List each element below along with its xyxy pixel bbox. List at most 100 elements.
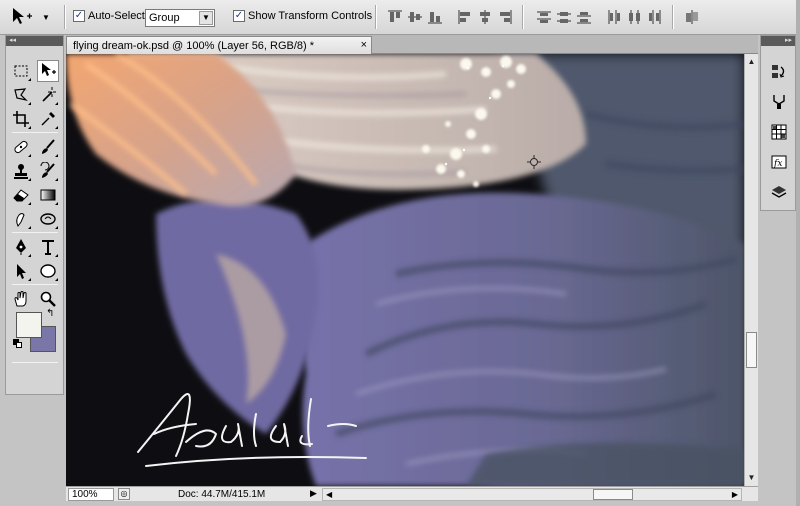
blur-tool[interactable]: [10, 208, 32, 230]
distribute-bottom-button[interactable]: [576, 9, 592, 25]
history-icon: [772, 65, 785, 78]
toolbox-separator: [12, 362, 58, 363]
panel-dock: ▸▸ fx: [760, 35, 796, 211]
separator: [522, 5, 524, 29]
chevron-down-icon[interactable]: ▼: [199, 11, 213, 25]
status-options-icon[interactable]: ◎: [118, 488, 130, 500]
auto-align-icon: [686, 10, 698, 24]
options-bar: ▼ ✓ Auto-Select: Group ▼ ✓ Show Transfor…: [0, 0, 800, 35]
distribute-vcenter-icon: [557, 12, 571, 23]
swatches-panel-button[interactable]: [769, 122, 789, 142]
fx-icon: fx: [771, 155, 787, 169]
auto-select-value: Group: [149, 12, 180, 24]
pen-tool[interactable]: [10, 236, 32, 258]
distribute-hcenter-button[interactable]: [626, 9, 642, 25]
document-tab-bar: flying dream-ok.psd @ 100% (Layer 56, RG…: [66, 35, 758, 54]
align-horizontal-centers-button[interactable]: [477, 9, 493, 25]
document-title: flying dream-ok.psd @ 100% (Layer 56, RG…: [73, 40, 315, 52]
close-icon[interactable]: ×: [361, 39, 367, 51]
separator: [375, 5, 377, 29]
hand-icon: [14, 291, 27, 307]
toolbox-separator: [12, 284, 58, 285]
status-menu-arrow-icon[interactable]: ▶: [310, 488, 317, 499]
distribute-hcenter-icon: [629, 10, 640, 24]
type-tool[interactable]: [37, 236, 59, 258]
scroll-up-icon[interactable]: ▲: [746, 56, 757, 67]
align-bottom-edges-button[interactable]: [427, 9, 443, 25]
align-top-edges-button[interactable]: [387, 9, 403, 25]
align-bottom-icon: [428, 12, 442, 24]
svg-text:fx: fx: [773, 159, 782, 169]
separator: [672, 5, 674, 29]
scroll-right-icon[interactable]: ▶: [732, 489, 738, 500]
foreground-color-swatch[interactable]: [16, 312, 42, 338]
eyedropper-tool[interactable]: [37, 108, 59, 130]
eraser-tool[interactable]: [10, 184, 32, 206]
dodge-tool[interactable]: [37, 208, 59, 230]
history-panel-button[interactable]: [769, 62, 789, 82]
align-vcenter-icon: [408, 12, 422, 22]
show-transform-checkbox[interactable]: ✓: [233, 10, 245, 22]
tool-preset-picker[interactable]: ▼: [10, 5, 60, 29]
auto-select-dropdown[interactable]: Group ▼: [145, 9, 215, 27]
align-right-edges-button[interactable]: [497, 9, 513, 25]
distribute-left-icon: [608, 10, 620, 24]
distribute-vcenter-button[interactable]: [556, 9, 572, 25]
chevron-down-icon: ▼: [42, 12, 50, 22]
zoom-icon: [40, 291, 56, 307]
toolbox-collapse-button[interactable]: ◂◂: [6, 36, 63, 46]
clone-stamp-tool[interactable]: [10, 160, 32, 182]
show-transform-label: Show Transform Controls: [248, 10, 373, 22]
zoom-field[interactable]: 100%: [68, 488, 114, 501]
actions-panel-button[interactable]: [769, 92, 789, 112]
history-brush-tool[interactable]: [37, 160, 59, 182]
layers-panel-button[interactable]: [769, 182, 789, 202]
styles-panel-button[interactable]: fx: [769, 152, 789, 172]
auto-select-checkbox[interactable]: ✓: [73, 10, 85, 22]
lasso-tool[interactable]: [10, 84, 32, 106]
hand-tool[interactable]: [10, 288, 32, 310]
align-right-icon: [500, 10, 512, 24]
distribute-right-button[interactable]: [646, 9, 662, 25]
scroll-left-icon[interactable]: ◀: [326, 489, 332, 500]
dock-expand-button[interactable]: ▸▸: [761, 36, 795, 46]
default-colors-icon[interactable]: [13, 339, 22, 348]
vertical-scroll-thumb[interactable]: [746, 332, 757, 368]
align-vertical-centers-button[interactable]: [407, 9, 423, 25]
align-left-icon: [458, 10, 470, 24]
move-tool[interactable]: [37, 60, 59, 82]
layers-icon: [771, 186, 787, 198]
move-icon: [42, 63, 56, 76]
swap-colors-icon[interactable]: ↰: [46, 308, 54, 319]
magic-wand-tool[interactable]: [37, 84, 59, 106]
window-edge: [796, 0, 800, 506]
document-tab[interactable]: flying dream-ok.psd @ 100% (Layer 56, RG…: [66, 36, 372, 54]
distribute-bottom-icon: [577, 12, 591, 24]
document-canvas[interactable]: [66, 54, 744, 486]
brush-tool[interactable]: [37, 136, 59, 158]
status-bar: 100% ◎ Doc: 44.7M/415.1M ▶ ◀ ▶: [66, 486, 758, 501]
auto-select-label: Auto-Select:: [88, 10, 148, 22]
marquee-tool[interactable]: [10, 60, 32, 82]
crop-tool[interactable]: [10, 108, 32, 130]
distribute-right-icon: [649, 10, 661, 24]
separator: [64, 5, 66, 29]
auto-align-layers-button[interactable]: [684, 9, 700, 25]
distribute-left-button[interactable]: [606, 9, 622, 25]
move-tool-icon: [13, 8, 32, 24]
actions-icon: [773, 95, 785, 109]
healing-brush-tool[interactable]: [10, 136, 32, 158]
align-hcenter-icon: [480, 10, 490, 24]
zoom-tool[interactable]: [37, 288, 59, 310]
align-top-icon: [388, 10, 402, 22]
vertical-scrollbar[interactable]: ▲ ▼: [744, 54, 758, 486]
align-left-edges-button[interactable]: [457, 9, 473, 25]
scroll-down-icon[interactable]: ▼: [746, 472, 757, 483]
horizontal-scroll-thumb[interactable]: [593, 489, 633, 500]
document-size-info: Doc: 44.7M/415.1M: [178, 489, 266, 500]
path-selection-tool[interactable]: [10, 260, 32, 282]
gradient-tool[interactable]: [37, 184, 59, 206]
horizontal-scrollbar[interactable]: ◀ ▶: [322, 488, 742, 501]
distribute-top-button[interactable]: [536, 9, 552, 25]
ellipse-tool[interactable]: [37, 260, 59, 282]
